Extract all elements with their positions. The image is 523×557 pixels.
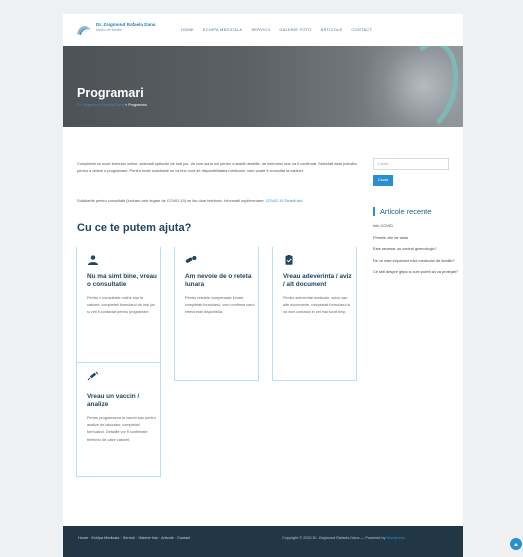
page-banner: Programari Dr. Zsigmond Rafaela Dana » P… <box>63 46 463 127</box>
covid-link[interactable]: COVID-19 Detalii aici <box>266 198 303 203</box>
intro-text: Completati un scurt formular online, sel… <box>77 161 357 174</box>
footer-copyright: Copyright © 2020 Dr. Zsigmond Rafaela Da… <box>282 536 405 540</box>
breadcrumb: Dr. Zsigmond Rafaela Dana » Programari <box>77 103 147 107</box>
nav-home[interactable]: HOME <box>181 27 194 32</box>
clipboard-check-icon <box>285 255 293 265</box>
service-card-adeverinta[interactable]: Vreau adeverinta / aviz / alt document P… <box>272 247 357 381</box>
covid-note: Solicitarile pentru consultatii (inclusi… <box>77 197 365 204</box>
recent-article-link[interactable]: Ce stiti despre gripa si cum puteti sa v… <box>373 269 459 275</box>
card-text: Pentru programarea la vaccin sau pentru … <box>87 416 156 442</box>
recent-article-link[interactable]: Info COVID <box>373 223 459 229</box>
recent-article-link[interactable]: Este necesar un control ginecologic? <box>373 246 459 252</box>
service-card-consultatie[interactable]: Nu ma simt bine, vreau o consultatie Pen… <box>76 247 161 381</box>
copyright-text: Copyright © 2020 Dr. Zsigmond Rafaela Da… <box>282 536 386 540</box>
card-text: Pentru adeverinte medicale, avize sau al… <box>283 296 351 315</box>
covid-note-text: Solicitarile pentru consultatii (inclusi… <box>77 198 265 203</box>
scroll-to-top-icon[interactable] <box>510 538 522 550</box>
logo-subtitle: Medic de familie <box>96 28 122 32</box>
card-title: Vreau un vaccin / analize <box>87 393 140 408</box>
breadcrumb-current: Programari <box>128 103 147 107</box>
nav-galerie-foto[interactable]: GALERIE FOTO <box>279 27 311 32</box>
breadcrumb-separator: » <box>124 103 128 107</box>
section-heading: Cu ce te putem ajuta? <box>77 222 192 234</box>
nav-echipa-medicala[interactable]: ECHIPA MEDICALA <box>203 27 242 32</box>
site-header: Dr. Zsigmond Rafaela Dana Medic de famil… <box>63 14 463 46</box>
service-card-vaccin[interactable]: Vreau un vaccin / analize Pentru program… <box>76 362 161 477</box>
doctor-icon <box>88 255 98 265</box>
card-title: Vreau adeverinta / aviz / alt document <box>283 273 352 288</box>
powered-by-link[interactable]: Wordpress <box>387 536 405 540</box>
site-footer: Home · Echipa Medicala · Servicii · Gale… <box>63 526 463 557</box>
recent-article-link[interactable]: Primele zile de viata <box>373 235 459 241</box>
card-text: Pentru retetele compensate lunare, compl… <box>185 296 255 315</box>
main-nav: HOME ECHIPA MEDICALA SERVICII GALERIE FO… <box>181 27 372 32</box>
footer-nav[interactable]: Home · Echipa Medicala · Servicii · Gale… <box>78 535 218 542</box>
card-title: Nu ma simt bine, vreau o consultatie <box>87 273 157 288</box>
search-button[interactable]: Cauta <box>373 175 393 186</box>
recent-articles-list: Info COVID Primele zile de viata Este ne… <box>373 223 459 281</box>
search-input[interactable]: Cauta ... <box>373 158 449 170</box>
breadcrumb-home[interactable]: Dr. Zsigmond Rafaela Dana <box>77 103 124 107</box>
recent-article-link[interactable]: De ce este important rolul medicului de … <box>373 258 459 264</box>
logo-icon[interactable] <box>75 23 91 37</box>
card-text: Pentru o consultatie online sau la cabin… <box>87 296 155 315</box>
nav-articole[interactable]: ARTICOLE <box>321 27 343 32</box>
service-card-reteta[interactable]: Am nevoie de o reteta lunara Pentru rete… <box>174 247 259 381</box>
pills-icon <box>185 255 197 263</box>
syringe-icon <box>87 371 99 381</box>
card-title: Am nevoie de o reteta lunara <box>185 273 252 288</box>
nav-servicii[interactable]: SERVICII <box>251 27 270 32</box>
logo-name[interactable]: Dr. Zsigmond Rafaela Dana <box>96 22 155 27</box>
recent-articles-heading: Articole recente <box>373 207 431 216</box>
page-title: Programari <box>77 86 144 100</box>
nav-contact[interactable]: CONTACT <box>351 27 372 32</box>
page: Dr. Zsigmond Rafaela Dana Medic de famil… <box>63 14 463 557</box>
